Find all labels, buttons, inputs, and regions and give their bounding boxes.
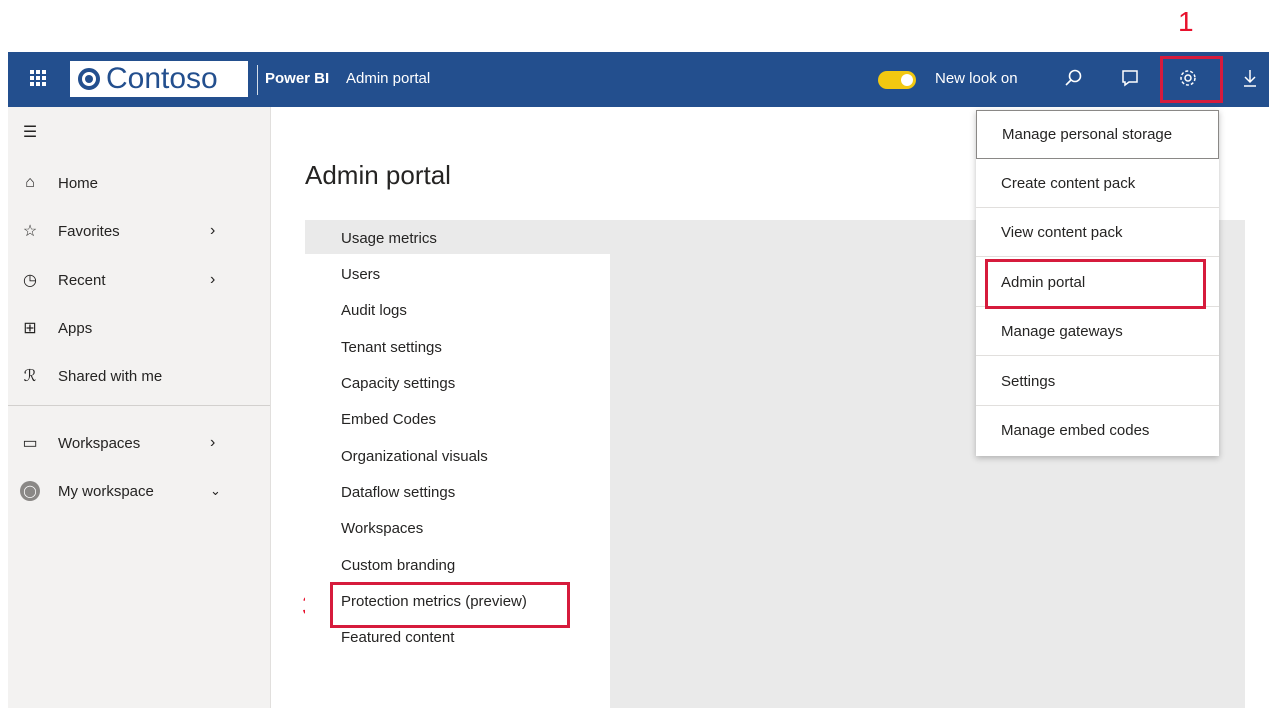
- admin-menu-custom-branding[interactable]: Custom branding: [341, 557, 455, 574]
- hamburger-icon: ☰: [22, 124, 38, 141]
- sidebar-item-workspaces[interactable]: ▭ Workspaces ›: [8, 428, 270, 458]
- callout-number-1: 1: [1178, 6, 1194, 37]
- waffle-icon[interactable]: [30, 70, 46, 86]
- shared-icon: ℛ: [23, 368, 37, 385]
- app-name[interactable]: Power BI: [265, 70, 329, 87]
- menu-item-admin-portal[interactable]: Admin portal: [976, 258, 1219, 307]
- sidebar-item-label: Workspaces: [58, 434, 141, 452]
- admin-menu-users[interactable]: Users: [341, 266, 380, 283]
- breadcrumb: Admin portal: [346, 70, 431, 87]
- home-icon: ⌂: [25, 174, 35, 191]
- logo-ring-icon: [78, 68, 100, 90]
- menu-item-view-content-pack[interactable]: View content pack: [976, 208, 1219, 257]
- header-divider: [257, 65, 258, 95]
- feedback-icon[interactable]: [1118, 66, 1142, 90]
- sidebar-item-label: My workspace: [58, 482, 154, 500]
- menu-item-manage-gateways[interactable]: Manage gateways: [976, 307, 1219, 356]
- star-icon: ☆: [22, 223, 38, 240]
- chevron-right-icon[interactable]: ›: [210, 222, 215, 240]
- admin-menu-dataflow-settings[interactable]: Dataflow settings: [341, 484, 455, 501]
- admin-menu-audit-logs[interactable]: Audit logs: [341, 302, 407, 319]
- sidebar-item-apps[interactable]: ⊞ Apps: [8, 313, 270, 343]
- sidebar-item-home[interactable]: ⌂ Home: [8, 168, 270, 198]
- sidebar-item-recent[interactable]: ◷ Recent ›: [8, 265, 270, 295]
- chevron-right-icon[interactable]: ›: [210, 271, 215, 289]
- sidebar-item-favorites[interactable]: ☆ Favorites ›: [8, 216, 270, 246]
- chevron-down-icon[interactable]: ⌄: [210, 483, 221, 499]
- workspaces-icon: ▭: [22, 435, 38, 452]
- sidebar-item-label: Apps: [58, 319, 93, 337]
- avatar-icon: ◯: [20, 481, 40, 501]
- gear-icon[interactable]: [1176, 66, 1200, 90]
- menu-item-settings[interactable]: Settings: [976, 357, 1219, 406]
- sidebar-item-label: Shared with me: [58, 367, 163, 385]
- sidebar-item-label: Recent: [58, 271, 106, 289]
- nav-divider: [8, 405, 270, 406]
- admin-menu-organizational-visuals[interactable]: Organizational visuals: [341, 448, 488, 465]
- sidebar-item-label: Favorites: [58, 222, 120, 240]
- sidebar-item-my-workspace[interactable]: ◯ My workspace ⌄: [8, 476, 270, 506]
- admin-menu-workspaces[interactable]: Workspaces: [341, 520, 423, 537]
- sidebar-item-label: Home: [58, 174, 99, 192]
- top-bar: Contoso Power BI Admin portal New look o…: [8, 52, 1269, 107]
- settings-dropdown-menu: Manage personal storage Create content p…: [976, 110, 1219, 456]
- sidebar-item-shared-with-me[interactable]: ℛ Shared with me: [8, 361, 270, 391]
- admin-menu-embed-codes[interactable]: Embed Codes: [341, 411, 436, 428]
- menu-item-manage-embed-codes[interactable]: Manage embed codes: [976, 406, 1219, 455]
- download-icon[interactable]: [1238, 66, 1262, 90]
- admin-menu-protection-metrics[interactable]: Protection metrics (preview): [341, 593, 527, 610]
- logo-text: Contoso: [106, 62, 218, 95]
- left-navigation: ☰ ⌂ Home ☆ Favorites › ◷ Recent › ⊞ Apps…: [8, 107, 271, 708]
- menu-item-manage-personal-storage[interactable]: Manage personal storage: [976, 110, 1219, 159]
- page-title: Admin portal: [305, 160, 451, 190]
- admin-menu-featured-content[interactable]: Featured content: [341, 629, 454, 646]
- admin-menu-capacity-settings[interactable]: Capacity settings: [341, 375, 455, 392]
- admin-menu-usage-metrics[interactable]: Usage metrics: [341, 230, 437, 247]
- admin-menu-tenant-settings[interactable]: Tenant settings: [341, 339, 442, 356]
- chevron-right-icon[interactable]: ›: [210, 434, 215, 452]
- nav-collapse-button[interactable]: ☰: [8, 117, 270, 147]
- contoso-logo[interactable]: Contoso: [70, 61, 248, 97]
- apps-icon: ⊞: [23, 320, 37, 337]
- new-look-label: New look on: [935, 70, 1018, 87]
- menu-item-create-content-pack[interactable]: Create content pack: [976, 159, 1219, 208]
- search-icon[interactable]: [1062, 66, 1086, 90]
- new-look-toggle[interactable]: [878, 71, 916, 89]
- clock-icon: ◷: [23, 272, 37, 289]
